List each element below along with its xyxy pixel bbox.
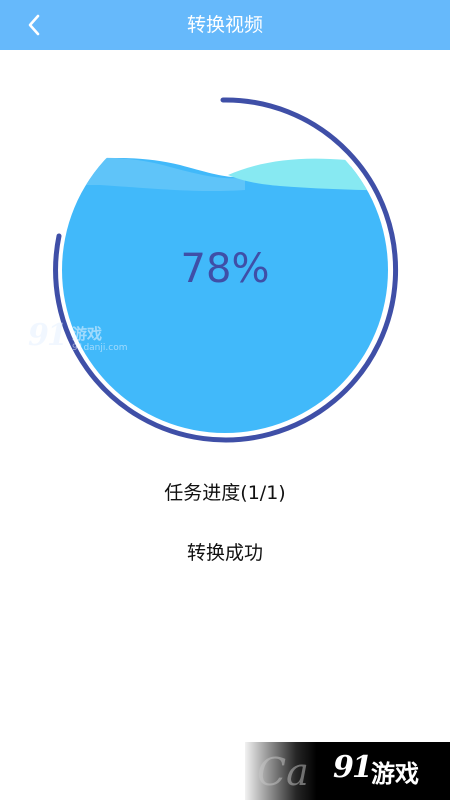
corner-91: 91 [333,750,373,785]
water-body [62,158,388,433]
corner-cn: 游戏 [371,760,419,788]
task-progress-label: 任务进度(1/1) [164,482,286,504]
watermark-cn: 游戏 [72,325,103,343]
water-fill [62,157,388,433]
watermark-91: 91 [28,318,68,353]
header-bar: 转换视频 [0,0,450,50]
corner-brand-logo: Ca 91 游戏 [245,742,450,800]
corner-ghost-text: Ca [257,750,309,794]
watermark-url: 91danji.com [72,343,128,353]
progress-percent: 78% [180,246,270,292]
watermark-logo: 91 游戏 91danji.com [28,318,128,362]
conversion-status: 转换成功 [186,542,263,564]
page-title: 转换视频 [186,14,263,36]
